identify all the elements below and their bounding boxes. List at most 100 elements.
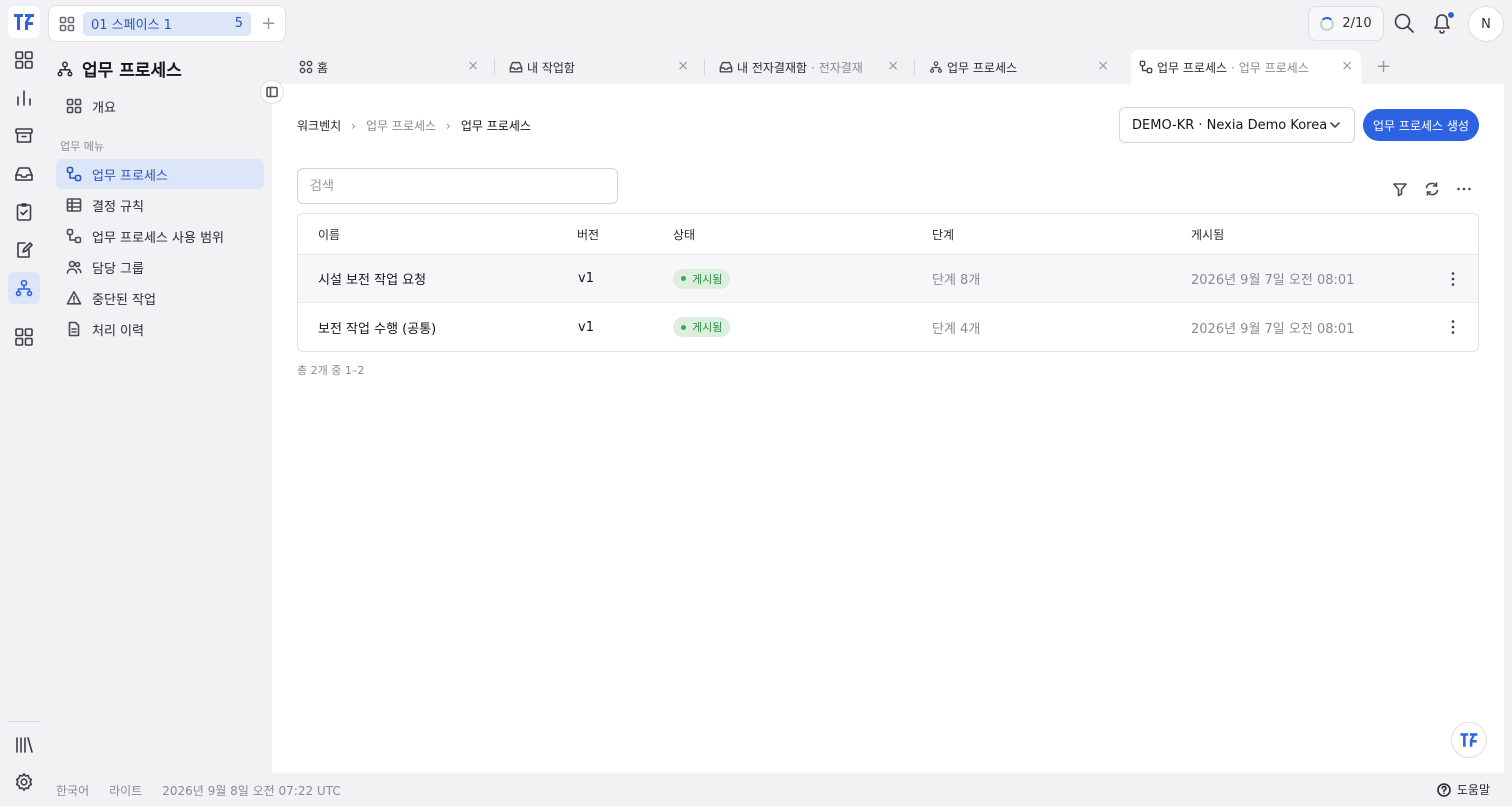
user-avatar[interactable]: N [1468, 6, 1504, 42]
tab-home[interactable]: 홈 × [291, 50, 487, 84]
create-process-button[interactable]: 업무 프로세스 생성 [1363, 109, 1479, 141]
tab-label: 업무 프로세스 [1157, 60, 1228, 75]
row-menu-icon[interactable] [1444, 318, 1462, 336]
status-text: 게시됨 [692, 321, 723, 334]
close-icon[interactable]: × [887, 58, 899, 74]
rail-approval-icon[interactable] [8, 234, 40, 266]
process-icon [1139, 60, 1153, 74]
status-bar: 한국어 라이트 2026년 9월 8일 오전 07:22 UTC [56, 782, 341, 799]
close-icon[interactable]: × [1097, 58, 1109, 74]
tab-label: 내 전자결재함 [737, 60, 808, 75]
nav-title-text: 업무 프로세스 [82, 61, 182, 81]
nav-item-suspended[interactable]: 중단된 작업 [56, 283, 264, 313]
theme-toggle[interactable]: 라이트 [109, 782, 142, 799]
rail-archive-icon[interactable] [8, 120, 40, 152]
space-tab[interactable]: 01 스페이스 1 5 [83, 11, 251, 36]
rail-dashboard-icon[interactable] [8, 44, 40, 76]
tab-label: 내 작업함 [527, 60, 575, 75]
spinner-icon [1320, 16, 1335, 31]
close-icon[interactable]: × [467, 58, 479, 74]
filter-icon[interactable] [1391, 180, 1409, 198]
nav-item-decision-rules[interactable]: 결정 규칙 [56, 190, 264, 220]
grid-icon [299, 60, 313, 74]
rail-inbox-icon[interactable] [8, 158, 40, 190]
process-icon [66, 166, 82, 182]
nav-item-groups[interactable]: 담당 그룹 [56, 252, 264, 282]
nav-item-label: 업무 프로세스 사용 범위 [92, 230, 224, 246]
rail-apps-icon[interactable] [8, 321, 40, 353]
rail-process-icon[interactable] [8, 272, 40, 304]
process-name[interactable]: 시설 보전 작업 요청 [318, 255, 426, 302]
warning-icon [66, 290, 82, 306]
tab-my-tasks[interactable]: 내 작업함 × [501, 50, 697, 84]
tab-sub: · 업무 프로세스 [1231, 60, 1309, 75]
status-dot-icon [681, 276, 686, 281]
search-input[interactable] [297, 168, 618, 204]
inbox-icon [719, 60, 733, 74]
breadcrumb-item[interactable]: 업무 프로세스 [366, 117, 436, 134]
nav-item-overview[interactable]: 개요 [56, 91, 264, 121]
inbox-icon [509, 60, 523, 74]
nav-item-process-scope[interactable]: 업무 프로세스 사용 범위 [56, 221, 264, 251]
column-header[interactable]: 게시됨 [1191, 214, 1224, 254]
logo-icon [14, 14, 34, 30]
rail-library-icon[interactable] [8, 729, 40, 761]
table-row[interactable]: 보전 작업 수행 (공통) v1 게시됨 단계 4개 2026년 9월 7일 오… [298, 303, 1478, 351]
chevron-right-icon: › [351, 118, 356, 133]
process-name[interactable]: 보전 작업 수행 (공통) [318, 303, 436, 351]
nav-item-label: 결정 규칙 [92, 199, 144, 215]
breadcrumb: 워크벤치 › 업무 프로세스 › 업무 프로세스 [297, 117, 531, 134]
language-toggle[interactable]: 한국어 [56, 782, 89, 799]
breadcrumb-item[interactable]: 워크벤치 [297, 117, 341, 134]
row-menu-icon[interactable] [1444, 270, 1462, 288]
search-icon[interactable] [1391, 10, 1417, 36]
table-row[interactable]: 시설 보전 작업 요청 v1 게시됨 단계 8개 2026년 9월 7일 오전 … [298, 255, 1478, 303]
nav-item-process[interactable]: 업무 프로세스 [56, 159, 264, 189]
pagination-summary: 총 2개 중 1–2 [297, 364, 365, 377]
tab-process-active[interactable]: 업무 프로세스 · 업무 프로세스 × [1131, 50, 1361, 84]
space-count: 5 [234, 16, 243, 31]
nav-item-history[interactable]: 처리 이력 [56, 314, 264, 344]
sidebar-toggle-icon[interactable] [260, 80, 284, 104]
rail-divider [8, 721, 40, 722]
column-header[interactable]: 상태 [673, 214, 695, 254]
tab-divider [494, 59, 495, 75]
refresh-icon[interactable] [1423, 180, 1441, 198]
tenant-select[interactable]: DEMO-KR · Nexia Demo Korea [1119, 107, 1355, 143]
table-icon [66, 197, 82, 213]
tab-approvals[interactable]: 내 전자결재함 · 전자결재 × [711, 50, 907, 84]
close-icon[interactable]: × [1341, 58, 1353, 74]
close-icon[interactable]: × [677, 58, 689, 74]
add-space-icon[interactable]: + [261, 14, 276, 33]
app-logo[interactable] [8, 6, 40, 38]
notification-dot [1447, 11, 1455, 19]
process-icon [56, 60, 74, 78]
chevron-down-icon [1328, 118, 1342, 132]
column-header[interactable]: 버전 [577, 214, 599, 254]
users-icon [66, 259, 82, 275]
grid-icon[interactable] [55, 12, 79, 36]
process-icon [929, 60, 943, 74]
status-text: 게시됨 [692, 272, 723, 286]
nav-item-label: 개요 [92, 100, 116, 116]
assistant-button[interactable] [1451, 722, 1487, 758]
tenant-value: DEMO-KR · Nexia Demo Korea [1132, 117, 1328, 133]
add-tab-icon[interactable]: + [1376, 56, 1391, 77]
more-icon[interactable] [1455, 180, 1473, 198]
process-table: 이름 버전 상태 단계 게시됨 시설 보전 작업 요청 v1 게시됨 단계 8개… [297, 213, 1479, 352]
column-header[interactable]: 이름 [318, 214, 340, 254]
rail-task-icon[interactable] [8, 196, 40, 228]
nav-item-label: 업무 프로세스 [92, 168, 168, 184]
job-status[interactable]: 2/10 [1308, 6, 1384, 41]
rail-settings-icon[interactable] [8, 766, 40, 798]
published-date: 2026년 9월 7일 오전 08:01 [1191, 321, 1355, 337]
document-icon [66, 321, 82, 337]
table-header: 이름 버전 상태 단계 게시됨 [298, 214, 1478, 255]
help-link[interactable]: 도움말 [1437, 781, 1490, 798]
rail-chart-icon[interactable] [8, 82, 40, 114]
tab-process[interactable]: 업무 프로세스 × [921, 50, 1117, 84]
nav-section-label: 업무 메뉴 [60, 140, 104, 153]
process-steps: 단계 8개 [932, 273, 981, 288]
column-header[interactable]: 단계 [932, 214, 954, 254]
nav-title: 업무 프로세스 [56, 56, 182, 81]
